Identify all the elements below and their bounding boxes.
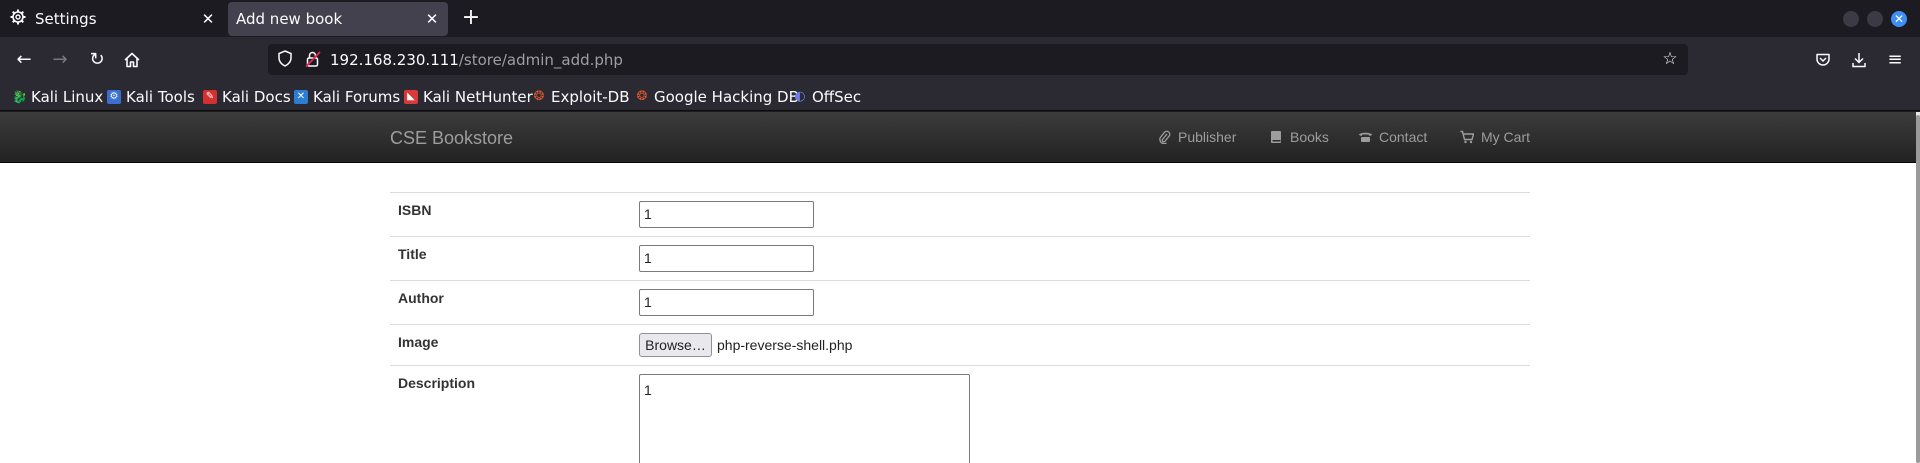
page-scrollbar[interactable] xyxy=(1916,112,1920,463)
bookmark-star-icon[interactable]: ☆ xyxy=(1660,49,1680,69)
hamburger-menu-icon[interactable]: ≡ xyxy=(1884,49,1906,71)
form-row-isbn: ISBN 1 xyxy=(390,192,1530,236)
insecure-lock-icon[interactable] xyxy=(304,50,322,68)
bookmark-label: Kali NetHunter xyxy=(423,88,533,106)
kali-docs-icon: ✎ xyxy=(203,90,217,104)
window-close-button[interactable]: ✕ xyxy=(1891,11,1907,27)
tracking-shield-icon[interactable] xyxy=(276,50,294,68)
bookmark-google-hacking-db[interactable]: ❂ Google Hacking DB xyxy=(635,87,799,107)
bookmark-offsec[interactable]: ◐ OffSec xyxy=(793,87,861,107)
back-arrow-icon[interactable]: ← xyxy=(13,49,35,71)
downloads-icon[interactable] xyxy=(1848,49,1870,71)
bookmark-label: OffSec xyxy=(812,88,862,106)
reload-icon[interactable]: ↻ xyxy=(86,49,108,71)
nav-link-my-cart[interactable]: My Cart xyxy=(1460,129,1530,145)
paperclip-icon xyxy=(1157,130,1171,145)
bookmarks-toolbar: 🐉 Kali Linux ⚙ Kali Tools ✎ Kali Docs ✕ … xyxy=(0,82,1920,111)
url-text[interactable]: 192.168.230.111/store/admin_add.php xyxy=(330,51,623,69)
nethunter-icon: ◣ xyxy=(404,90,418,104)
nav-link-contact[interactable]: Contact xyxy=(1358,129,1427,145)
ghdb-icon: ❂ xyxy=(636,89,648,104)
kali-tools-icon: ⚙ xyxy=(107,90,121,104)
bookmark-label: Kali Docs xyxy=(222,88,291,106)
close-tab-icon[interactable]: ✕ xyxy=(424,11,440,27)
window-minimize-button[interactable] xyxy=(1843,11,1859,27)
tab-title: Settings xyxy=(35,9,97,28)
page-scrollbar-thumb[interactable] xyxy=(1916,115,1920,463)
new-tab-plus-icon[interactable]: + xyxy=(460,7,482,30)
nav-link-label: My Cart xyxy=(1481,129,1530,145)
bookmark-kali-docs[interactable]: ✎ Kali Docs xyxy=(203,87,291,107)
window-maximize-button[interactable] xyxy=(1867,11,1883,27)
bookmark-exploit-db[interactable]: ❂ Exploit-DB xyxy=(532,87,630,107)
exploit-db-icon: ❂ xyxy=(533,89,545,104)
address-bar[interactable]: 192.168.230.111/store/admin_add.php ☆ xyxy=(268,44,1688,75)
bookmark-label: Google Hacking DB xyxy=(654,88,799,106)
description-label: Description xyxy=(398,375,476,391)
author-input[interactable]: 1 xyxy=(639,289,814,316)
description-textarea[interactable]: 1 xyxy=(639,374,970,463)
selected-file-name: php-reverse-shell.php xyxy=(717,337,853,353)
bookmark-label: Kali Tools xyxy=(126,88,195,106)
nav-link-publisher[interactable]: Publisher xyxy=(1157,129,1236,145)
bookmark-kali-nethunter[interactable]: ◣ Kali NetHunter xyxy=(404,87,533,107)
nav-link-books[interactable]: Books xyxy=(1269,129,1329,145)
bookmark-label: Kali Linux xyxy=(31,88,104,106)
nav-link-label: Contact xyxy=(1379,129,1428,145)
add-book-form: ISBN 1 Title 1 Author 1 Image Browse… ph… xyxy=(390,192,1530,463)
tab-title: Add new book xyxy=(236,10,343,28)
cart-icon xyxy=(1460,130,1475,144)
form-row-image: Image Browse… php-reverse-shell.php xyxy=(390,324,1530,365)
site-brand-link[interactable]: CSE Bookstore xyxy=(390,128,513,149)
site-navbar: CSE Bookstore Publisher Books Contact My… xyxy=(0,112,1916,163)
title-label: Title xyxy=(398,246,427,262)
bookmark-kali-tools[interactable]: ⚙ Kali Tools xyxy=(107,87,195,107)
isbn-input[interactable]: 1 xyxy=(639,201,814,228)
title-input[interactable]: 1 xyxy=(639,245,814,272)
tab-add-new-book[interactable]: Add new book ✕ xyxy=(228,2,448,36)
offsec-icon: ◐ xyxy=(794,89,806,104)
kali-dragon-icon: 🐉 xyxy=(12,90,27,104)
browse-file-button[interactable]: Browse… xyxy=(639,333,712,357)
isbn-label: ISBN xyxy=(398,202,432,218)
close-tab-icon[interactable]: ✕ xyxy=(200,11,216,27)
bookmark-kali-linux[interactable]: 🐉 Kali Linux xyxy=(12,87,103,107)
forward-arrow-icon[interactable]: → xyxy=(49,49,71,71)
browser-navigation-bar: ← → ↻ 192.168.230.111/store/admin_add.ph… xyxy=(0,37,1920,82)
form-row-title: Title 1 xyxy=(390,236,1530,280)
browser-tab-strip: Settings ✕ Add new book ✕ + ✕ xyxy=(0,0,1920,37)
image-label: Image xyxy=(398,334,439,350)
phone-icon xyxy=(1358,130,1372,144)
nav-link-label: Publisher xyxy=(1178,129,1237,145)
bookmark-kali-forums[interactable]: ✕ Kali Forums xyxy=(294,87,400,107)
page-viewport: CSE Bookstore Publisher Books Contact My… xyxy=(0,112,1920,463)
book-icon xyxy=(1269,130,1283,144)
author-label: Author xyxy=(398,290,444,306)
home-icon[interactable] xyxy=(121,49,143,71)
tab-settings[interactable]: Settings ✕ xyxy=(0,0,224,37)
form-row-author: Author 1 xyxy=(390,280,1530,324)
form-row-description: Description 1 xyxy=(390,365,1530,463)
bookmark-label: Exploit-DB xyxy=(551,88,630,106)
url-path: /store/admin_add.php xyxy=(458,51,623,69)
url-host: 192.168.230.111 xyxy=(330,51,459,69)
pocket-icon[interactable] xyxy=(1812,49,1834,71)
kali-forums-icon: ✕ xyxy=(294,90,308,104)
bookmark-label: Kali Forums xyxy=(313,88,401,106)
gear-icon xyxy=(10,9,26,29)
nav-link-label: Books xyxy=(1290,129,1329,145)
